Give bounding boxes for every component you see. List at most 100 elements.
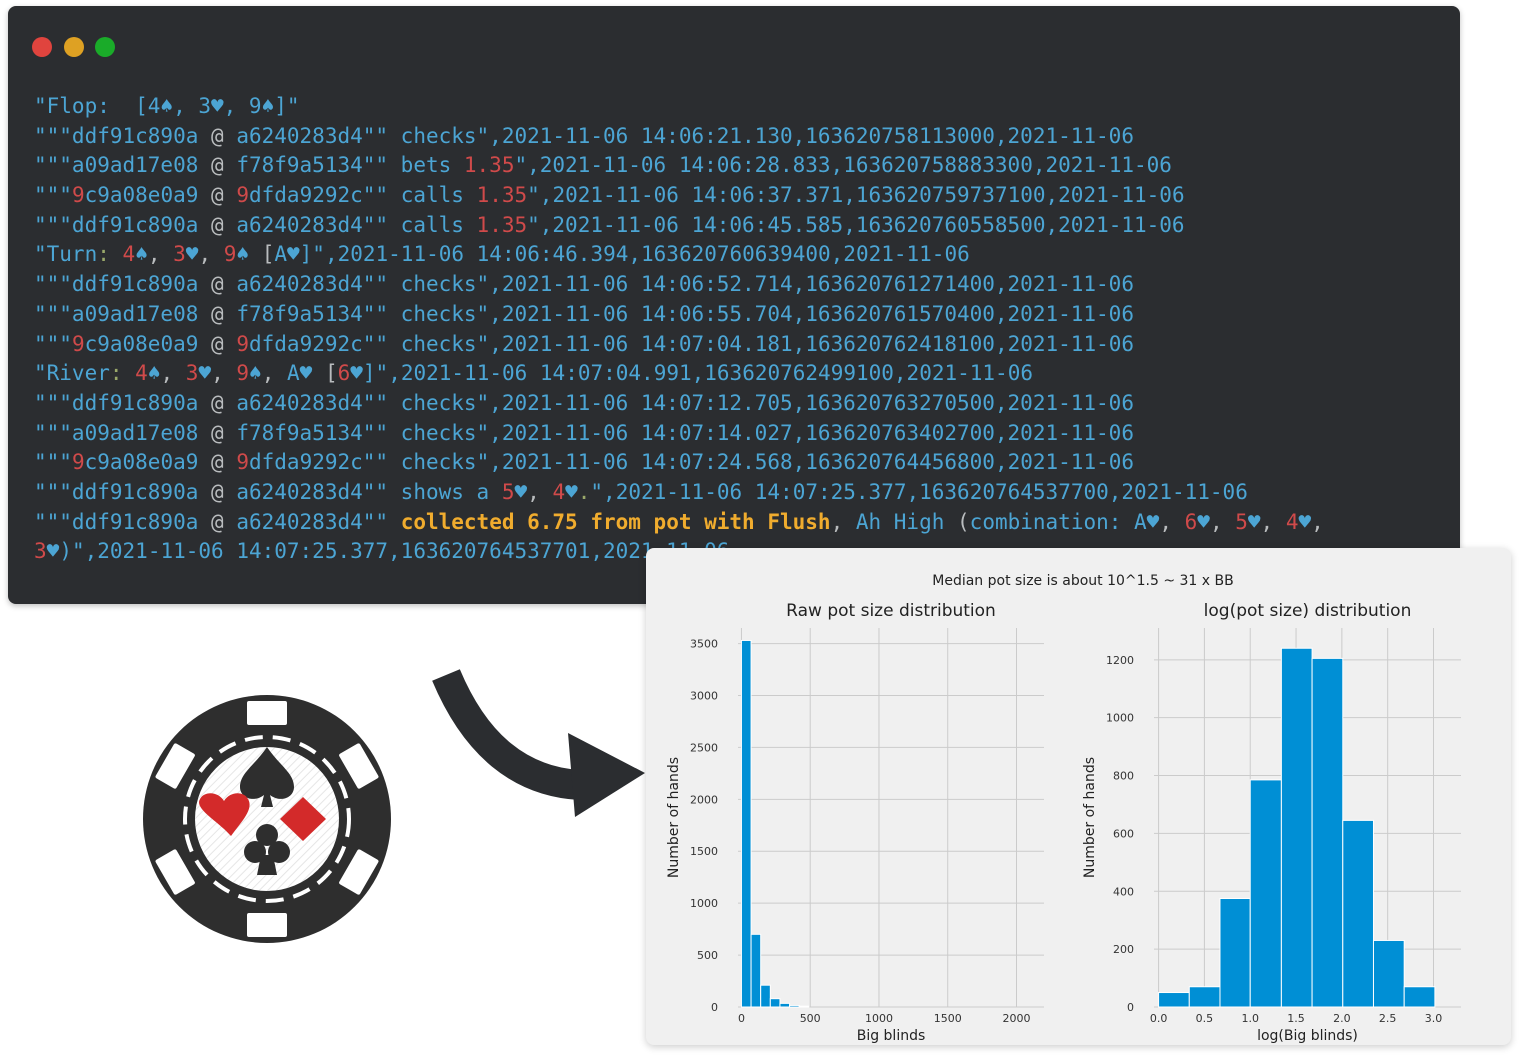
x-tick-label: 2000 bbox=[1002, 1012, 1030, 1025]
terminal-text-segment: )",2021-11-06 14:07:25.377,1636207645377… bbox=[59, 539, 730, 564]
y-axis-label: Number of hands bbox=[1082, 757, 1098, 878]
x-tick-label: 2.0 bbox=[1333, 1012, 1351, 1025]
terminal-text-segment: f78f9a5134"" bets bbox=[223, 153, 464, 178]
terminal-text-segment: 5 bbox=[1235, 509, 1248, 534]
terminal-text-segment: a6240283d4"" calls bbox=[223, 212, 477, 237]
terminal-output: "Flop: [4♠, 3♥, 9♠]" """ddf91c890a @ a624… bbox=[34, 92, 1446, 567]
terminal-text-segment: ",2021-11-06 14:06:45.585,16362076055850… bbox=[527, 212, 1185, 237]
terminal-text-segment: , bbox=[1209, 509, 1236, 534]
terminal-text-segment: a6240283d4"" checks",2021-11-06 14:06:21… bbox=[223, 123, 1134, 148]
histogram-bar bbox=[1188, 986, 1221, 1008]
histogram-bar bbox=[1280, 647, 1313, 1008]
y-tick-label: 800 bbox=[1113, 770, 1134, 783]
terminal-text-segment: 3 bbox=[185, 361, 199, 386]
terminal-line: """9c9a08e0a9 @ 9dfda9292c"" checks",202… bbox=[34, 330, 1446, 360]
x-tick-label: 1500 bbox=[934, 1012, 962, 1025]
x-tick-label: 0 bbox=[738, 1012, 745, 1025]
terminal-text-segment: , bbox=[198, 242, 224, 267]
terminal-text-segment: . bbox=[577, 479, 591, 504]
terminal-text-segment: ♠ bbox=[249, 361, 262, 386]
terminal-text-segment: @ bbox=[211, 123, 224, 148]
terminal-text-segment: ( bbox=[957, 509, 970, 534]
curved-arrow-icon bbox=[432, 669, 645, 817]
terminal-text-segment: 1.35 bbox=[476, 183, 528, 208]
terminal-text-segment: "Turn bbox=[34, 242, 98, 267]
y-tick-label: 2500 bbox=[690, 741, 718, 754]
terminal-line: """9c9a08e0a9 @ 9dfda9292c"" calls 1.35"… bbox=[34, 181, 1446, 211]
x-axis-label: log(Big blinds) bbox=[1257, 1028, 1358, 1044]
terminal-text-segment: dfda9292c"" checks",2021-11-06 14:07:24.… bbox=[249, 450, 1135, 475]
terminal-text-segment: ♥ bbox=[185, 242, 199, 267]
histogram-bar bbox=[769, 998, 781, 1008]
terminal-line: """ddf91c890a @ a6240283d4"" shows a 5♥,… bbox=[34, 478, 1446, 508]
terminal-text-segment: , bbox=[1311, 509, 1324, 534]
terminal-text-segment: , bbox=[1260, 509, 1286, 534]
terminal-text-segment: ♥ bbox=[198, 361, 212, 386]
terminal-text-segment: @ bbox=[211, 212, 224, 237]
x-tick-label: 0.5 bbox=[1196, 1012, 1214, 1025]
histogram-bar bbox=[740, 639, 752, 1008]
terminal-text-segment: 9 bbox=[223, 242, 237, 267]
terminal-text-segment: ]",2021-11-06 14:07:04.991,1636207624991… bbox=[362, 361, 1033, 386]
terminal-text-segment: : bbox=[97, 242, 110, 267]
y-tick-label: 0 bbox=[1127, 1001, 1134, 1014]
terminal-text-segment: , bbox=[830, 509, 856, 534]
terminal-text-segment: 9 bbox=[71, 183, 85, 208]
chart-title: Raw pot size distribution bbox=[786, 601, 996, 621]
terminal-text-segment: a6240283d4"" shows a bbox=[223, 479, 502, 504]
terminal-text-segment: a6240283d4"" bbox=[223, 509, 401, 534]
close-dot-icon[interactable] bbox=[32, 37, 52, 57]
terminal-text-segment: 1.35 bbox=[476, 212, 528, 237]
y-tick-label: 0 bbox=[711, 1001, 718, 1014]
figure-suptitle: Median pot size is about 10^1.5 ~ 31 x B… bbox=[932, 573, 1234, 589]
terminal-text-segment: ]",2021-11-06 14:06:46.394,1636207606394… bbox=[299, 242, 970, 267]
terminal-text-segment: @ bbox=[211, 450, 224, 475]
terminal-text-segment: c9a08e0a9 bbox=[84, 183, 212, 208]
maximize-dot-icon[interactable] bbox=[95, 37, 115, 57]
histogram-bar bbox=[798, 1005, 810, 1008]
x-tick-label: 2.5 bbox=[1379, 1012, 1397, 1025]
terminal-text-segment: Ah High bbox=[855, 509, 958, 534]
terminal-text-segment: ♠ bbox=[236, 242, 250, 267]
terminal-line: "Turn: 4♠, 3♥, 9♠ [A♥]",2021-11-06 14:06… bbox=[34, 240, 1446, 270]
histogram-bar bbox=[1219, 898, 1251, 1008]
terminal-text-segment: collected 6.75 from pot with Flush bbox=[400, 509, 831, 534]
y-tick-label: 3500 bbox=[690, 638, 718, 651]
histogram-bar bbox=[1403, 986, 1436, 1008]
terminal-text-segment: """a09ad17e08 bbox=[34, 153, 212, 178]
terminal-line: """ddf91c890a @ a6240283d4"" collected 6… bbox=[34, 508, 1446, 538]
terminal-text-segment: dfda9292c"" calls bbox=[249, 183, 477, 208]
terminal-text-segment: ♥ bbox=[514, 479, 528, 504]
terminal-line: """a09ad17e08 @ f78f9a5134"" checks",202… bbox=[34, 419, 1446, 449]
terminal-text-segment: """ddf91c890a bbox=[34, 479, 212, 504]
terminal-line: """ddf91c890a @ a6240283d4"" checks",202… bbox=[34, 122, 1446, 152]
terminal-line: """9c9a08e0a9 @ 9dfda9292c"" checks",202… bbox=[34, 448, 1446, 478]
terminal-text-segment: ",2021-11-06 14:07:25.377,16362076453770… bbox=[590, 479, 1248, 504]
terminal-text-segment: 9 bbox=[71, 331, 85, 356]
terminal-text-segment: ♥ bbox=[350, 361, 363, 386]
terminal-text-segment: """ddf91c890a bbox=[34, 123, 212, 148]
minimize-dot-icon[interactable] bbox=[64, 37, 84, 57]
terminal-text-segment: ",2021-11-06 14:06:28.833,16362075888330… bbox=[514, 153, 1172, 178]
x-axis-label: Big blinds bbox=[857, 1028, 926, 1044]
terminal-text-segment: """ bbox=[34, 183, 72, 208]
terminal-text-segment: 3 bbox=[34, 539, 47, 564]
terminal-text-segment: A♥ bbox=[287, 361, 313, 386]
y-axis-label: Number of hands bbox=[666, 757, 682, 878]
terminal-line: """ddf91c890a @ a6240283d4"" calls 1.35"… bbox=[34, 211, 1446, 241]
y-tick-label: 3000 bbox=[690, 689, 718, 702]
terminal-text-segment: """ddf91c890a bbox=[34, 212, 212, 237]
chart-title: log(pot size) distribution bbox=[1204, 601, 1412, 621]
histogram-charts: Median pot size is about 10^1.5 ~ 31 x B… bbox=[666, 573, 1461, 1044]
terminal-text-segment: @ bbox=[211, 509, 224, 534]
terminal-text-segment: @ bbox=[211, 420, 224, 445]
terminal-text-segment: """a09ad17e08 bbox=[34, 420, 212, 445]
histogram-bar bbox=[1158, 992, 1190, 1008]
terminal-text-segment: """ddf91c890a bbox=[34, 272, 212, 297]
terminal-text-segment: ♠ bbox=[147, 361, 161, 386]
terminal-line: "Flop: [4♠, 3♥, 9♠]" bbox=[34, 92, 1446, 122]
